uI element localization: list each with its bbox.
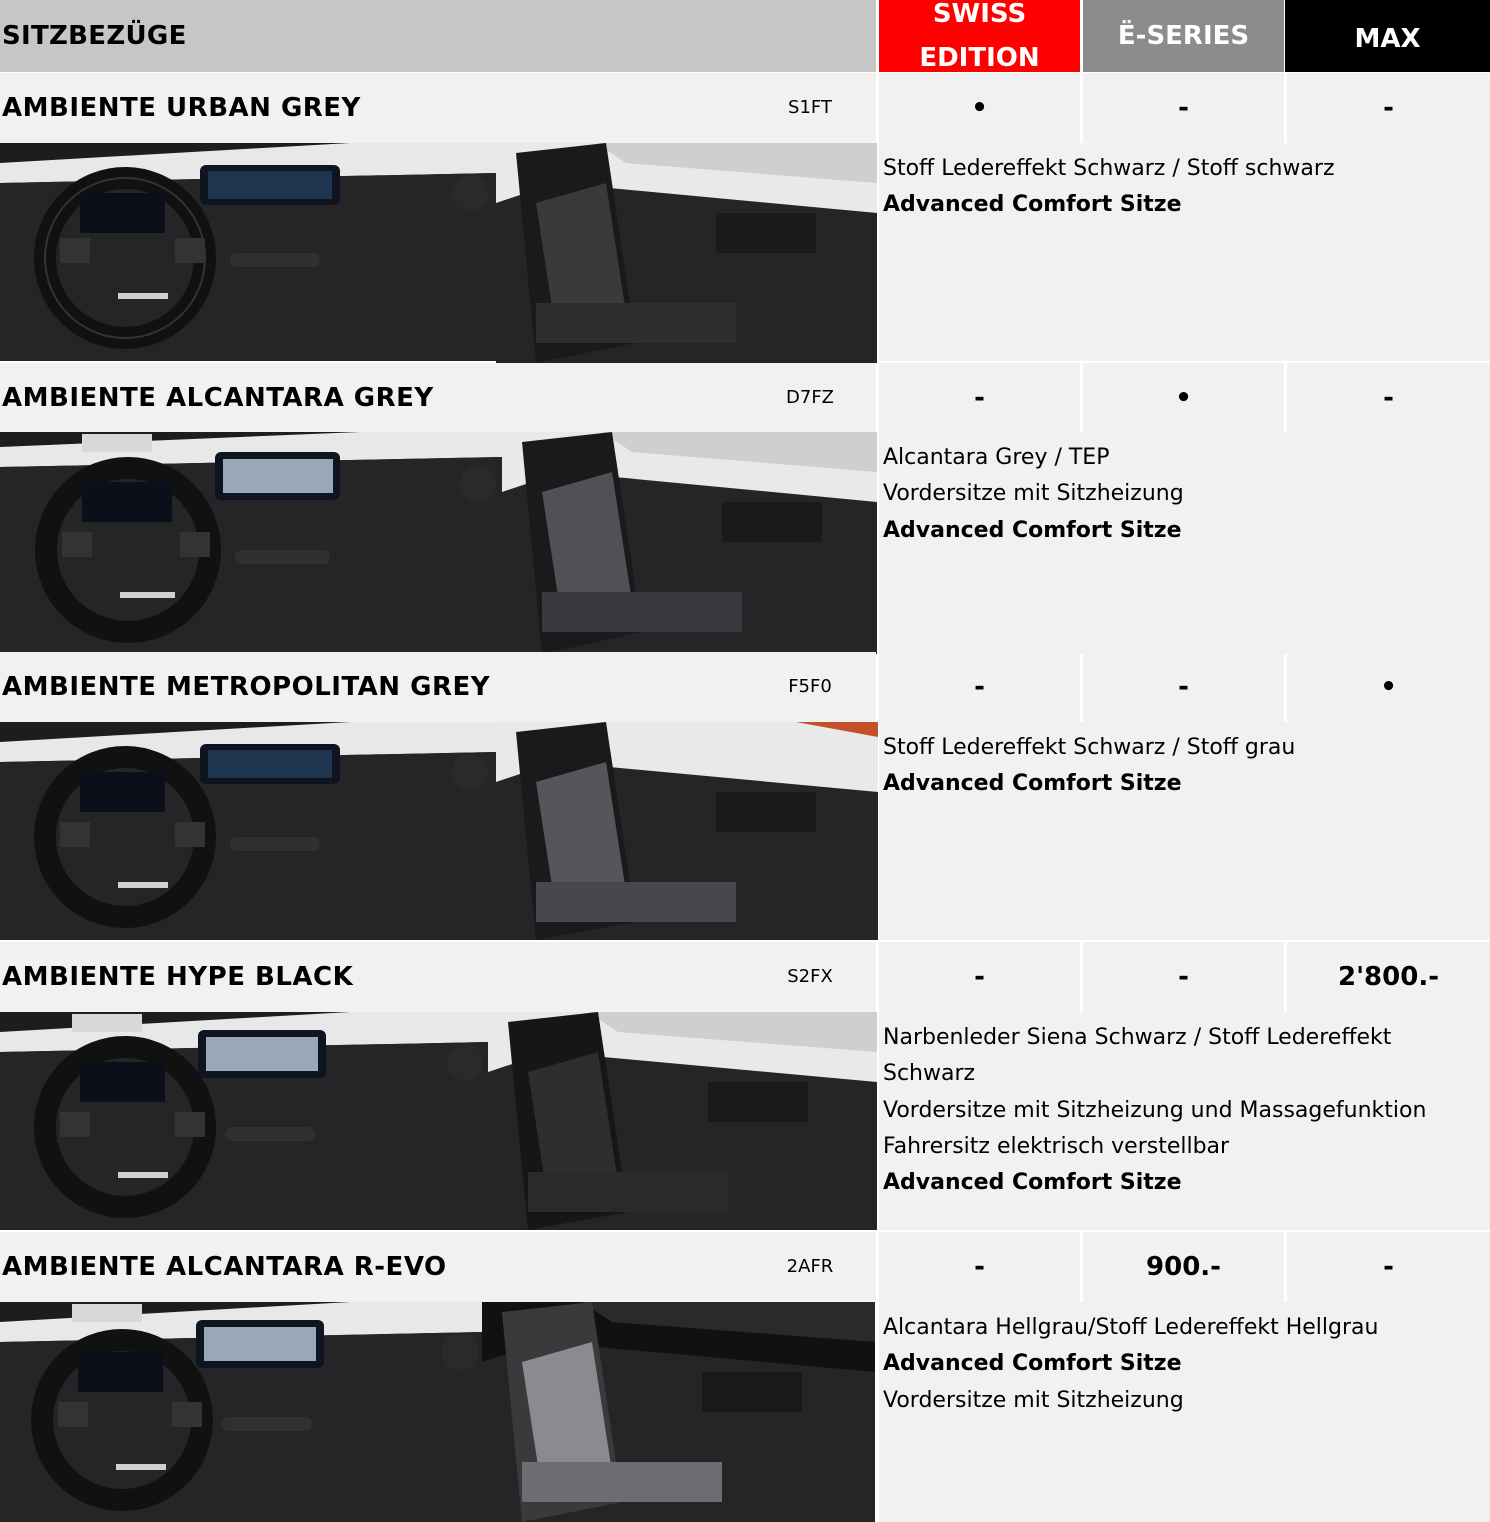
row-title-cell: AMBIENTE ALCANTARA GREY D7FZ [0,363,876,433]
header-max: MAX [1285,0,1490,72]
value-e-series: - [1083,652,1284,722]
dashboard-image [0,1302,482,1522]
value-swiss-edition: - [879,652,1080,722]
image-row: Alcantara Grey / TEP Vordersitze mit Sit… [0,432,1490,654]
description-line: Stoff Ledereffekt Schwarz / Stoff schwar… [883,156,1335,181]
row-name: AMBIENTE URBAN GREY [2,93,361,123]
description-cell: Alcantara Hellgrau/Stoff Ledereffekt Hel… [879,1302,1490,1522]
row-name: AMBIENTE METROPOLITAN GREY [2,672,491,702]
description-feature: Advanced Comfort Sitze [883,192,1182,218]
description-feature: Advanced Comfort Sitze [883,1351,1182,1377]
table-row: AMBIENTE ALCANTARA GREY D7FZ - • - [0,363,1490,433]
description-line: Vordersitze mit Sitzheizung [883,481,1184,507]
row-title-cell: AMBIENTE HYPE BLACK S2FX [0,942,876,1012]
value-e-series: • [1083,363,1284,433]
row-code: D7FZ [786,387,834,408]
row-code: 2AFR [786,1256,834,1277]
description-cell: Stoff Ledereffekt Schwarz / Stoff schwar… [879,143,1490,361]
seat-image [496,143,877,363]
image-row: Stoff Ledereffekt Schwarz / Stoff grau A… [0,722,1490,940]
description-cell: Alcantara Grey / TEP Vordersitze mit Sit… [879,432,1490,654]
value-e-series: - [1083,942,1284,1012]
value-swiss-edition: • [879,73,1080,143]
value-swiss-edition: - [879,942,1080,1012]
description-cell: Stoff Ledereffekt Schwarz / Stoff grau A… [879,722,1490,940]
description-cell: Narbenleder Siena Schwarz / Stoff Ledere… [879,1012,1490,1230]
dashboard-image [0,432,502,654]
description-line: Narbenleder Siena Schwarz / Stoff Ledere… [883,1025,1392,1050]
header-swiss-edition-label: SWISS EDITION [919,0,1040,73]
value-max: • [1287,652,1490,722]
row-title-cell: AMBIENTE METROPOLITAN GREY F5F0 [0,652,876,722]
description-feature: Advanced Comfort Sitze [883,1170,1182,1196]
value-swiss-edition: - [879,1232,1080,1302]
description-line: Alcantara Grey / TEP [883,445,1110,470]
header-title: SITZBEZÜGE [0,0,876,72]
header-swiss-edition: SWISS EDITION [879,0,1080,73]
seat-image [488,1012,877,1230]
row-title-cell: AMBIENTE URBAN GREY S1FT [0,73,876,143]
description-feature: Advanced Comfort Sitze [883,771,1182,797]
row-code: F5F0 [788,676,832,697]
row-name: AMBIENTE ALCANTARA R-EVO [2,1252,447,1282]
value-max: - [1287,73,1490,143]
seat-cover-table: SITZBEZÜGE SWISS EDITION Ë-SERIES MAX AM… [0,0,1490,1522]
row-code: S2FX [787,966,833,987]
seat-image [502,432,877,654]
description-line: Vordersitze mit Sitzheizung und Massagef… [883,1097,1427,1123]
value-e-series: 900.- [1083,1232,1284,1302]
table-row: AMBIENTE ALCANTARA R-EVO 2AFR - 900.- - [0,1232,1490,1302]
row-name: AMBIENTE ALCANTARA GREY [2,383,434,413]
header-max-label: MAX [1354,24,1421,54]
description-line: Vordersitze mit Sitzheizung [883,1387,1184,1413]
image-row: Stoff Ledereffekt Schwarz / Stoff schwar… [0,143,1490,363]
image-row: Narbenleder Siena Schwarz / Stoff Ledere… [0,1012,1490,1230]
row-code: S1FT [788,97,832,118]
value-max: - [1287,363,1490,433]
description-feature: Advanced Comfort Sitze [883,517,1182,543]
seat-image [482,1302,875,1522]
table-row: AMBIENTE METROPOLITAN GREY F5F0 - - • [0,652,1490,722]
value-swiss-edition: - [879,363,1080,433]
description-line: Schwarz [883,1061,976,1087]
row-name: AMBIENTE HYPE BLACK [2,962,354,992]
description-line: Stoff Ledereffekt Schwarz / Stoff grau [883,735,1296,760]
table-row: AMBIENTE URBAN GREY S1FT • - - [0,73,1490,143]
image-row: Alcantara Hellgrau/Stoff Ledereffekt Hel… [0,1302,1490,1522]
header-e-series: Ë-SERIES [1083,0,1284,72]
description-line: Alcantara Hellgrau/Stoff Ledereffekt Hel… [883,1315,1379,1340]
dashboard-image [0,722,496,940]
table-row: AMBIENTE HYPE BLACK S2FX - - 2'800.- [0,942,1490,1012]
value-max: 2'800.- [1287,942,1490,1012]
header-e-series-label: Ë-SERIES [1117,21,1250,51]
seat-image [496,722,878,940]
dashboard-image [0,1012,488,1230]
row-title-cell: AMBIENTE ALCANTARA R-EVO 2AFR [0,1232,876,1302]
description-line: Fahrersitz elektrisch verstellbar [883,1133,1230,1159]
value-max: - [1287,1232,1490,1302]
table-header: SITZBEZÜGE SWISS EDITION Ë-SERIES MAX [0,0,1490,73]
value-e-series: - [1083,73,1284,143]
dashboard-image [0,143,496,361]
